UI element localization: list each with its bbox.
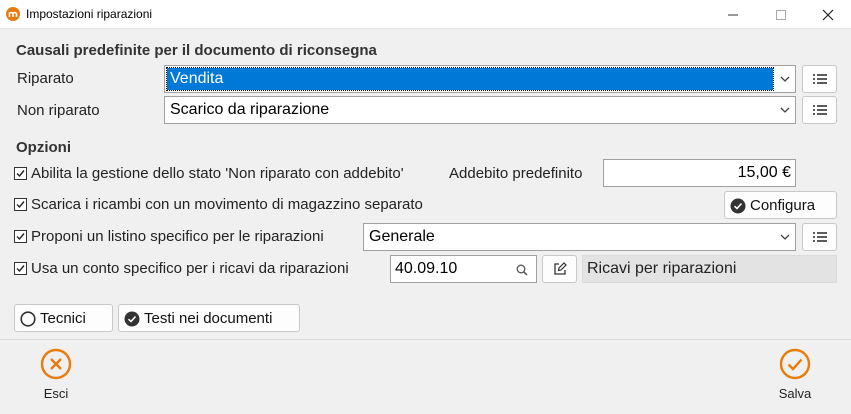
- check-icon: [16, 233, 25, 241]
- chevron-down-icon: [780, 76, 790, 82]
- check-icon: [16, 170, 25, 178]
- conto-code-input[interactable]: 40.09.10: [390, 255, 537, 283]
- scarica-checkbox[interactable]: Scarica i ricambi con un movimento di ma…: [14, 195, 464, 215]
- conto-label: Usa un conto specifico per i ricavi da r…: [31, 260, 349, 277]
- list-icon: [812, 232, 827, 242]
- addebito-input[interactable]: 15,00 €: [603, 159, 796, 187]
- testi-documenti-button[interactable]: Testi nei documenti: [118, 304, 300, 332]
- conto-description-text: Ricavi per riparazioni: [587, 260, 737, 277]
- minimize-icon: [728, 14, 738, 15]
- edit-icon: [553, 262, 567, 275]
- addebito-label: Addebito predefinito: [449, 165, 583, 182]
- check-icon: [16, 201, 25, 209]
- configura-button[interactable]: Configura: [724, 191, 837, 219]
- maximize-button[interactable]: [758, 0, 804, 29]
- abilita-label: Abilita la gestione dello stato 'Non rip…: [31, 165, 404, 182]
- app-logo-icon: [6, 7, 20, 21]
- checkbox-checked[interactable]: [14, 198, 27, 211]
- circle-icon: [20, 311, 36, 327]
- listino-select[interactable]: Generale: [363, 223, 796, 251]
- salva-button[interactable]: Salva: [765, 348, 825, 408]
- check-circle-icon: [124, 311, 140, 327]
- list-icon: [812, 105, 827, 115]
- abilita-checkbox[interactable]: Abilita la gestione dello stato 'Non rip…: [14, 164, 434, 184]
- maximize-icon: [776, 9, 786, 20]
- tecnici-label: Tecnici: [40, 310, 86, 327]
- check-circle-icon: [730, 198, 746, 214]
- cancel-icon: [40, 348, 72, 380]
- tecnici-button[interactable]: Tecnici: [14, 304, 113, 332]
- esci-button[interactable]: Esci: [26, 348, 86, 408]
- non-riparato-select[interactable]: Scarico da riparazione: [164, 96, 796, 124]
- chevron-down-icon: [780, 107, 790, 113]
- riparato-value: Vendita: [166, 67, 774, 91]
- configura-label: Configura: [750, 197, 816, 214]
- conto-edit-button[interactable]: [542, 255, 577, 283]
- salva-label: Salva: [778, 386, 812, 401]
- list-icon: [812, 74, 827, 84]
- riparato-list-button[interactable]: [802, 65, 837, 93]
- minimize-button[interactable]: [710, 0, 756, 29]
- riparato-select[interactable]: Vendita: [164, 65, 796, 93]
- check-icon: [16, 265, 25, 273]
- non-riparato-value: Scarico da riparazione: [170, 101, 330, 118]
- checkbox-checked[interactable]: [14, 262, 27, 275]
- conto-code-value: 40.09.10: [395, 260, 458, 277]
- scarica-label: Scarica i ricambi con un movimento di ma…: [31, 196, 423, 213]
- window-title: Impostazioni riparazioni: [26, 7, 153, 21]
- causali-header: Causali predefinite per il documento di …: [16, 42, 377, 59]
- title-bar: Impostazioni riparazioni: [0, 0, 851, 29]
- search-icon[interactable]: [516, 264, 528, 276]
- listino-label: Proponi un listino specifico per le ripa…: [31, 228, 324, 245]
- riparato-label: Riparato: [17, 70, 74, 87]
- opzioni-header: Opzioni: [16, 139, 71, 156]
- listino-list-button[interactable]: [802, 223, 837, 251]
- addebito-value: 15,00 €: [737, 164, 791, 181]
- testi-label: Testi nei documenti: [144, 310, 273, 327]
- listino-checkbox[interactable]: Proponi un listino specifico per le ripa…: [14, 227, 364, 247]
- listino-value: Generale: [369, 228, 435, 245]
- confirm-check-icon: [779, 348, 811, 380]
- non-riparato-label: Non riparato: [17, 102, 100, 119]
- close-icon: [822, 9, 834, 20]
- close-button[interactable]: [805, 0, 851, 29]
- bottom-toolbar: [0, 339, 851, 414]
- non-riparato-list-button[interactable]: [802, 96, 837, 124]
- checkbox-checked[interactable]: [14, 230, 27, 243]
- checkbox-checked[interactable]: [14, 167, 27, 180]
- chevron-down-icon: [780, 234, 790, 240]
- conto-description: Ricavi per riparazioni: [582, 255, 837, 283]
- conto-checkbox[interactable]: Usa un conto specifico per i ricavi da r…: [14, 259, 384, 279]
- esci-label: Esci: [43, 386, 69, 401]
